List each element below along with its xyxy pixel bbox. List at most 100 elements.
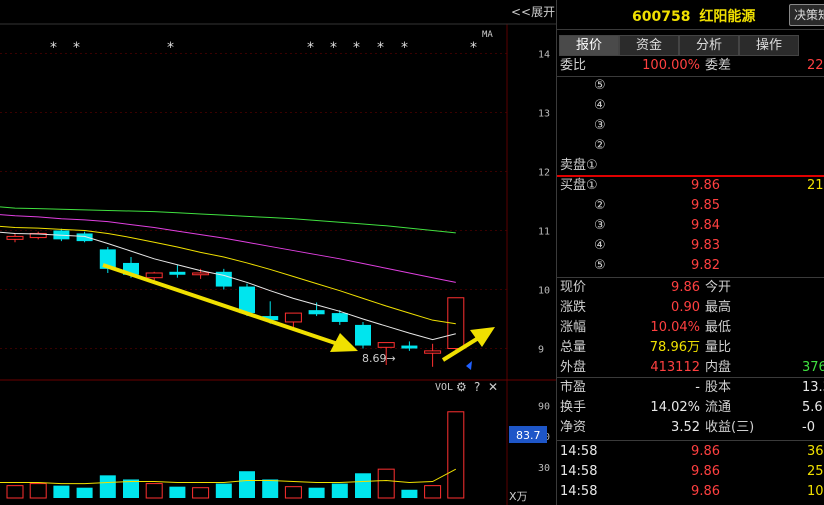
kline-chart[interactable]: <<展开 MA * * * * * * * * * 14131211109 8.69→ VOL … xyxy=(0,0,556,505)
orderbook-level-label: ② xyxy=(594,138,606,153)
stat-label: 涨幅 xyxy=(560,320,587,335)
volume-bars-layer xyxy=(6,411,465,499)
fund-value: 3.52 xyxy=(671,420,700,435)
star-mark: * xyxy=(377,40,384,56)
cursor-marker-icon xyxy=(466,361,472,370)
volume-bar xyxy=(169,486,186,498)
volume-bar xyxy=(377,468,395,499)
star-mark: * xyxy=(50,40,57,56)
weibi-label: 委比 xyxy=(560,58,587,73)
candle-down xyxy=(308,310,325,315)
stat-value-2: 376 xyxy=(802,360,824,375)
candle-up xyxy=(192,272,210,276)
fund-label-2: 收益(三) xyxy=(705,420,755,435)
orderbook-price: 9.82 xyxy=(691,258,720,273)
tab-analysis[interactable]: 分析 xyxy=(679,35,739,56)
fund-row: 换手 14.02% 流通 5.6 xyxy=(557,398,824,418)
volume-bar xyxy=(192,487,210,499)
candle-up xyxy=(6,235,24,240)
volume-current-value: 83.7 xyxy=(516,429,541,442)
orderbook-price: 9.85 xyxy=(691,198,720,213)
close-icon[interactable]: ✕ xyxy=(488,380,498,394)
star-mark: * xyxy=(353,40,360,56)
stat-row: 总量 78.96万 量比 xyxy=(557,338,824,358)
volume-bar xyxy=(284,486,302,499)
tick-price: 9.86 xyxy=(691,464,720,479)
buy-row: 买盘① 9.86 21 xyxy=(557,176,824,196)
volume-bar xyxy=(76,487,93,498)
price-tick: 13 xyxy=(538,109,550,120)
tick-volume: 25 xyxy=(807,464,824,479)
stock-code: 600758 xyxy=(632,9,691,25)
volume-unit: X万 xyxy=(509,490,528,503)
orderbook-level-label: ④ xyxy=(594,238,606,253)
volume-bar xyxy=(262,479,279,498)
fund-value: - xyxy=(695,380,700,395)
tick-row: 14:58 9.86 25 xyxy=(557,462,824,482)
buy-row: ② 9.85 xyxy=(557,196,824,216)
orderbook-level-label: ⑤ xyxy=(594,258,606,273)
stat-label-2: 今开 xyxy=(705,280,732,295)
tab-operation[interactable]: 操作 xyxy=(739,35,799,56)
orderbook-level-label: ⑤ xyxy=(594,78,606,93)
candle-down xyxy=(169,271,186,275)
weicha-value: 22 xyxy=(807,58,824,73)
orderbook-level-label: ③ xyxy=(594,218,606,233)
help-icon[interactable]: ? xyxy=(474,380,480,394)
volume-tick: 30 xyxy=(538,463,550,474)
star-mark: * xyxy=(73,40,80,56)
volume-bar xyxy=(424,485,442,499)
candle-down xyxy=(401,345,418,349)
fund-label-2: 股本 xyxy=(705,380,732,395)
stat-label: 现价 xyxy=(560,280,587,295)
weicha-label: 委差 xyxy=(705,58,732,73)
stat-label-2: 最高 xyxy=(705,300,732,315)
stat-value: 78.96万 xyxy=(649,340,700,355)
price-tick: 11 xyxy=(538,227,550,238)
tick-volume: 36 xyxy=(807,444,824,459)
stat-row: 现价 9.86 今开 xyxy=(557,278,824,298)
orderbook-level-label: ③ xyxy=(594,118,606,133)
stat-value: 413112 xyxy=(650,360,700,375)
volume-bar xyxy=(355,473,371,498)
tick-time: 14:58 xyxy=(560,484,598,499)
orderbook-price: 9.84 xyxy=(691,218,720,233)
stat-value: 9.86 xyxy=(671,280,700,295)
price-tick: 14 xyxy=(538,50,550,61)
candle-up xyxy=(284,312,302,323)
weibi-value: 100.00% xyxy=(642,58,700,73)
orderbook-level-label: 卖盘① xyxy=(560,158,598,173)
stat-label: 总量 xyxy=(560,340,587,355)
volume-bar xyxy=(6,485,24,499)
fund-label-2: 流通 xyxy=(705,400,732,415)
orderbook-level-label: ④ xyxy=(594,98,606,113)
expand-button[interactable]: <<展开 xyxy=(511,5,555,19)
fund-row: 市盈 - 股本 13.3 xyxy=(557,378,824,398)
sell-row: 卖盘① xyxy=(557,156,824,176)
vol-label: VOL xyxy=(435,382,453,393)
volume-bar xyxy=(447,411,465,499)
tab-quote[interactable]: 报价 xyxy=(559,35,619,56)
stat-row: 外盘 413112 内盘 376 xyxy=(557,358,824,378)
stat-label-2: 内盘 xyxy=(705,360,732,375)
star-mark: * xyxy=(167,40,174,56)
candle-down xyxy=(76,233,93,242)
stat-label: 外盘 xyxy=(560,360,587,375)
candles-layer xyxy=(6,228,465,367)
orderbook-price: 9.83 xyxy=(691,238,720,253)
decision-matrix-button[interactable]: 决策矩 xyxy=(789,4,824,26)
gear-icon[interactable]: ⚙ xyxy=(456,380,467,394)
candle-down xyxy=(239,286,255,314)
stat-row: 涨跌 0.90 最高 xyxy=(557,298,824,318)
star-mark: * xyxy=(307,40,314,56)
volume-bar xyxy=(401,489,418,498)
fund-label: 净资 xyxy=(560,420,587,435)
tick-volume: 10 xyxy=(807,484,824,499)
limit-up-stars: * * * * * * * * * xyxy=(50,40,477,56)
stock-title: 600758 红阳能源 xyxy=(632,6,755,26)
tick-row: 14:58 9.86 10 xyxy=(557,482,824,502)
volume-bar xyxy=(99,475,116,498)
price-tick: 12 xyxy=(538,168,550,179)
tab-funds[interactable]: 资金 xyxy=(619,35,679,56)
sell-row: ② xyxy=(557,136,824,156)
